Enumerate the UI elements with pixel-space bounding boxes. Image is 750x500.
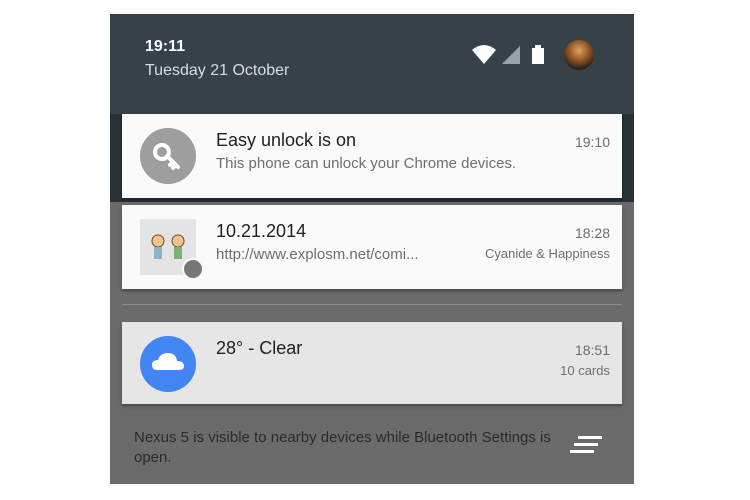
cell-signal-icon bbox=[502, 46, 520, 64]
notification-text: This phone can unlock your Chrome device… bbox=[216, 155, 517, 172]
notification-time: 18:28 bbox=[574, 225, 610, 241]
divider bbox=[122, 304, 622, 305]
status-icons bbox=[472, 40, 602, 72]
status-icons-svg bbox=[472, 45, 544, 64]
notification-text: http://www.explosm.net/comi... bbox=[216, 246, 419, 263]
notification-title: 10.21.2014 bbox=[216, 221, 307, 241]
key-icon bbox=[140, 128, 196, 184]
wifi-icon bbox=[472, 45, 496, 64]
notification-easy-unlock[interactable]: Easy unlock is on This phone can unlock … bbox=[122, 114, 622, 198]
notification-shade: 19:11 Tuesday 21 October Easy unlock is … bbox=[110, 14, 634, 484]
app-badge-icon bbox=[182, 258, 204, 280]
bluetooth-visibility-message: Nexus 5 is visible to nearby devices whi… bbox=[134, 429, 551, 466]
notification-title: Easy unlock is on bbox=[216, 130, 357, 150]
clear-all-icon[interactable] bbox=[568, 434, 604, 458]
cloud-icon bbox=[140, 336, 196, 392]
notification-comic[interactable]: 10.21.2014 http://www.explosm.net/comi..… bbox=[122, 205, 622, 289]
status-date: Tuesday 21 October bbox=[145, 62, 290, 79]
notification-time: 18:51 bbox=[574, 342, 610, 358]
notification-title: 28° - Clear bbox=[216, 338, 303, 358]
notification-app-name: Cyanide & Happiness bbox=[484, 246, 610, 261]
notification-weather[interactable]: 28° - Clear 18:51 10 cards bbox=[122, 322, 622, 404]
status-time: 19:11 bbox=[145, 38, 186, 55]
notification-card-count: 10 cards bbox=[560, 363, 610, 378]
status-bar-header: 19:11 Tuesday 21 October bbox=[110, 14, 634, 114]
notification-time: 19:10 bbox=[574, 134, 610, 150]
user-avatar[interactable] bbox=[564, 40, 594, 70]
battery-icon bbox=[532, 48, 544, 64]
